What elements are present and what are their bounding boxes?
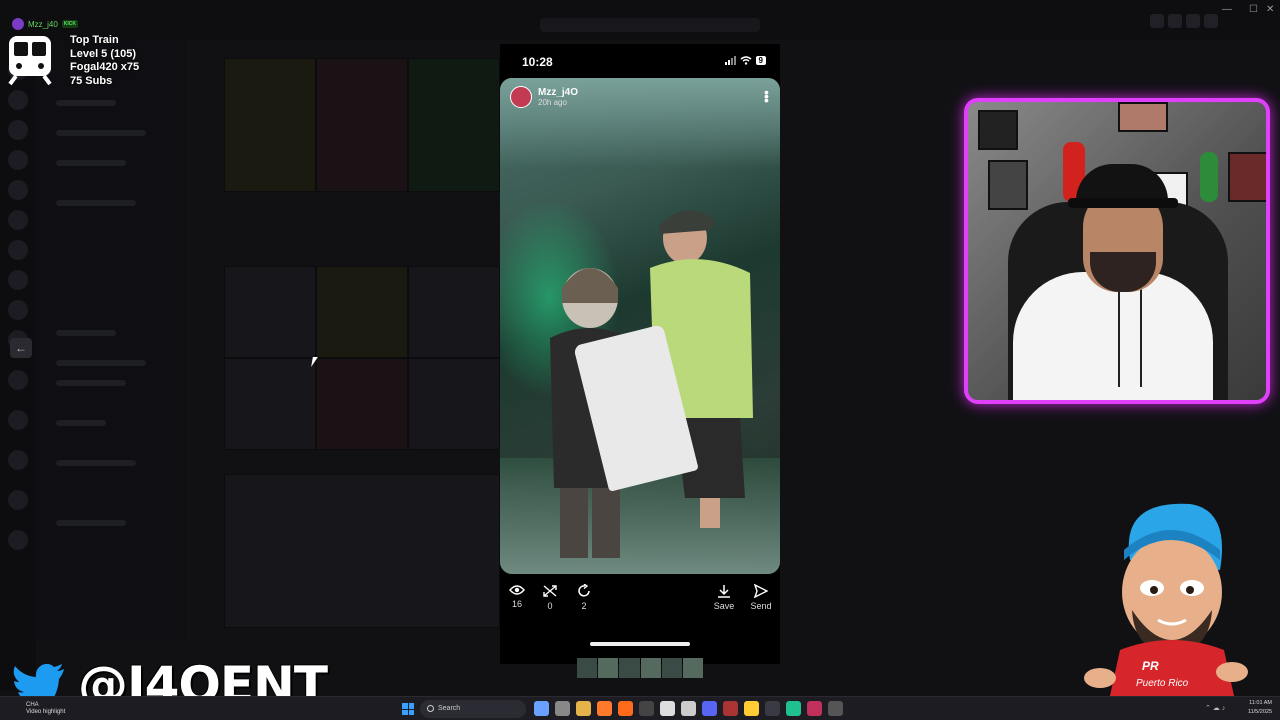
file-explorer-icon[interactable]: [576, 701, 591, 716]
app-icon[interactable]: [786, 701, 801, 716]
discord-icon[interactable]: [702, 701, 717, 716]
story-image[interactable]: Mzz_j4O 20h ago • • •: [500, 78, 780, 574]
screenshots-counter[interactable]: 0: [535, 584, 565, 611]
background-toolbar: [1150, 14, 1270, 34]
phone-screen: 10:28 9 Mzz_j4O 20h ago • • • 16 0 2 Sav…: [500, 44, 780, 664]
avatar: [12, 18, 24, 30]
status-indicators: 9: [724, 56, 766, 65]
background-media-tile: [316, 58, 408, 192]
background-server-list: [0, 40, 36, 690]
app-icon[interactable]: [828, 701, 843, 716]
train-level: Level 5 (105): [70, 47, 137, 60]
background-media-tile: [408, 58, 500, 192]
svg-text:PR: PR: [1142, 659, 1159, 673]
video-highlight-label: CHA Video highlight: [26, 702, 65, 716]
train-subs: 75 Subs: [70, 74, 113, 87]
more-options-icon[interactable]: • • •: [764, 85, 769, 107]
video-highlight-line1: CHA: [26, 702, 39, 708]
windows-taskbar: Search ⌃ ☁ ♪ 11:01 AM 11/5/2025: [0, 696, 1280, 720]
search-icon: [427, 705, 434, 712]
share-icon[interactable]: [1168, 14, 1182, 28]
background-channel-list: [36, 40, 186, 640]
app-icon[interactable]: [639, 701, 654, 716]
system-tray-icons[interactable]: ⌃ ☁ ♪: [1205, 704, 1225, 712]
svg-text:Puerto Rico: Puerto Rico: [1136, 678, 1189, 689]
background-media-tile: [408, 358, 500, 450]
replays-count: 2: [581, 601, 587, 611]
screenshots-count: 0: [547, 601, 553, 611]
chrome-icon[interactable]: [744, 701, 759, 716]
chat-user-line: Mzz_j40 KICK: [12, 18, 79, 30]
background-topbar: — ☐ ✕: [0, 0, 1280, 40]
send-label: Send: [750, 601, 772, 611]
windows-start-icon[interactable]: [402, 703, 414, 715]
home-indicator[interactable]: [590, 642, 690, 646]
train-icon: [8, 36, 52, 86]
download-icon: [718, 585, 730, 598]
firefox-icon[interactable]: [597, 701, 612, 716]
taskbar-apps: [534, 701, 843, 716]
taskbar-search[interactable]: Search: [420, 700, 526, 718]
webcam-frame: [964, 98, 1270, 404]
battery-icon: 9: [755, 56, 766, 65]
send-button[interactable]: Send: [746, 584, 776, 611]
taskbar-search-label: Search: [438, 705, 461, 712]
minimize-icon[interactable]: —: [1222, 4, 1232, 15]
eye-icon: [509, 585, 525, 595]
close-window-icon[interactable]: ✕: [1266, 4, 1274, 15]
taskbar-clock[interactable]: 11:01 AM 11/5/2025: [1248, 699, 1272, 717]
back-arrow-icon[interactable]: ←: [10, 338, 32, 358]
video-highlight-line2: Video highlight: [26, 709, 66, 715]
clock-date: 11/5/2025: [1247, 709, 1272, 715]
replay-icon: [578, 584, 590, 597]
status-time: 10:28: [522, 55, 553, 69]
views-count: 16: [511, 599, 522, 609]
save-label: Save: [713, 601, 735, 611]
background-media-tile: [316, 358, 408, 450]
background-search-bar: [540, 18, 760, 32]
maximize-icon[interactable]: ☐: [1249, 4, 1258, 15]
story-action-bar: 16 0 2 Save Send: [500, 584, 780, 624]
zoom-icon[interactable]: [1150, 14, 1164, 28]
train-title: Top Train: [70, 34, 119, 46]
story-avatar[interactable]: [510, 86, 532, 108]
background-media-tile: [408, 266, 500, 358]
wifi-icon: [740, 56, 752, 65]
app-icon[interactable]: [765, 701, 780, 716]
top-train-widget: Top Train Level 5 (105) Fogal420 x75 75 …: [70, 34, 139, 88]
send-icon: [754, 584, 768, 598]
app-icon[interactable]: [660, 701, 675, 716]
signal-icon: [724, 56, 736, 65]
story-username[interactable]: Mzz_j4O: [538, 87, 578, 98]
kick-badge: KICK: [61, 20, 79, 28]
train-leader: Fogal420 x75: [70, 61, 140, 73]
background-media-tile: [224, 266, 316, 358]
story-time-ago: 20h ago: [538, 98, 567, 107]
expand-icon[interactable]: [1186, 14, 1200, 28]
streamer-mascot: PR Puerto Rico: [1084, 503, 1248, 696]
more-icon[interactable]: [1204, 14, 1218, 28]
screenshot-icon: [543, 585, 557, 597]
app-icon[interactable]: [618, 701, 633, 716]
stream-scene: — ☐ ✕ ← Mzz_j40 KICK Top Train Level 5 (…: [0, 0, 1280, 720]
save-button[interactable]: Save: [709, 584, 739, 611]
background-media-tile: [316, 266, 408, 358]
story-header: Mzz_j4O 20h ago: [510, 86, 578, 108]
background-media-tile: [224, 58, 316, 192]
views-counter[interactable]: 16: [502, 584, 532, 609]
replays-counter[interactable]: 2: [569, 584, 599, 611]
story-thumbnail-strip[interactable]: [577, 658, 704, 678]
background-media-tile: [224, 358, 316, 450]
background-media-tile: [224, 474, 500, 628]
app-icon[interactable]: [807, 701, 822, 716]
widgets-icon[interactable]: [555, 701, 570, 716]
copilot-icon[interactable]: [534, 701, 549, 716]
chat-username: Mzz_j40: [28, 19, 58, 29]
app-icon[interactable]: [681, 701, 696, 716]
clock-time: 11:01 AM: [1249, 700, 1272, 706]
app-icon[interactable]: [723, 701, 738, 716]
